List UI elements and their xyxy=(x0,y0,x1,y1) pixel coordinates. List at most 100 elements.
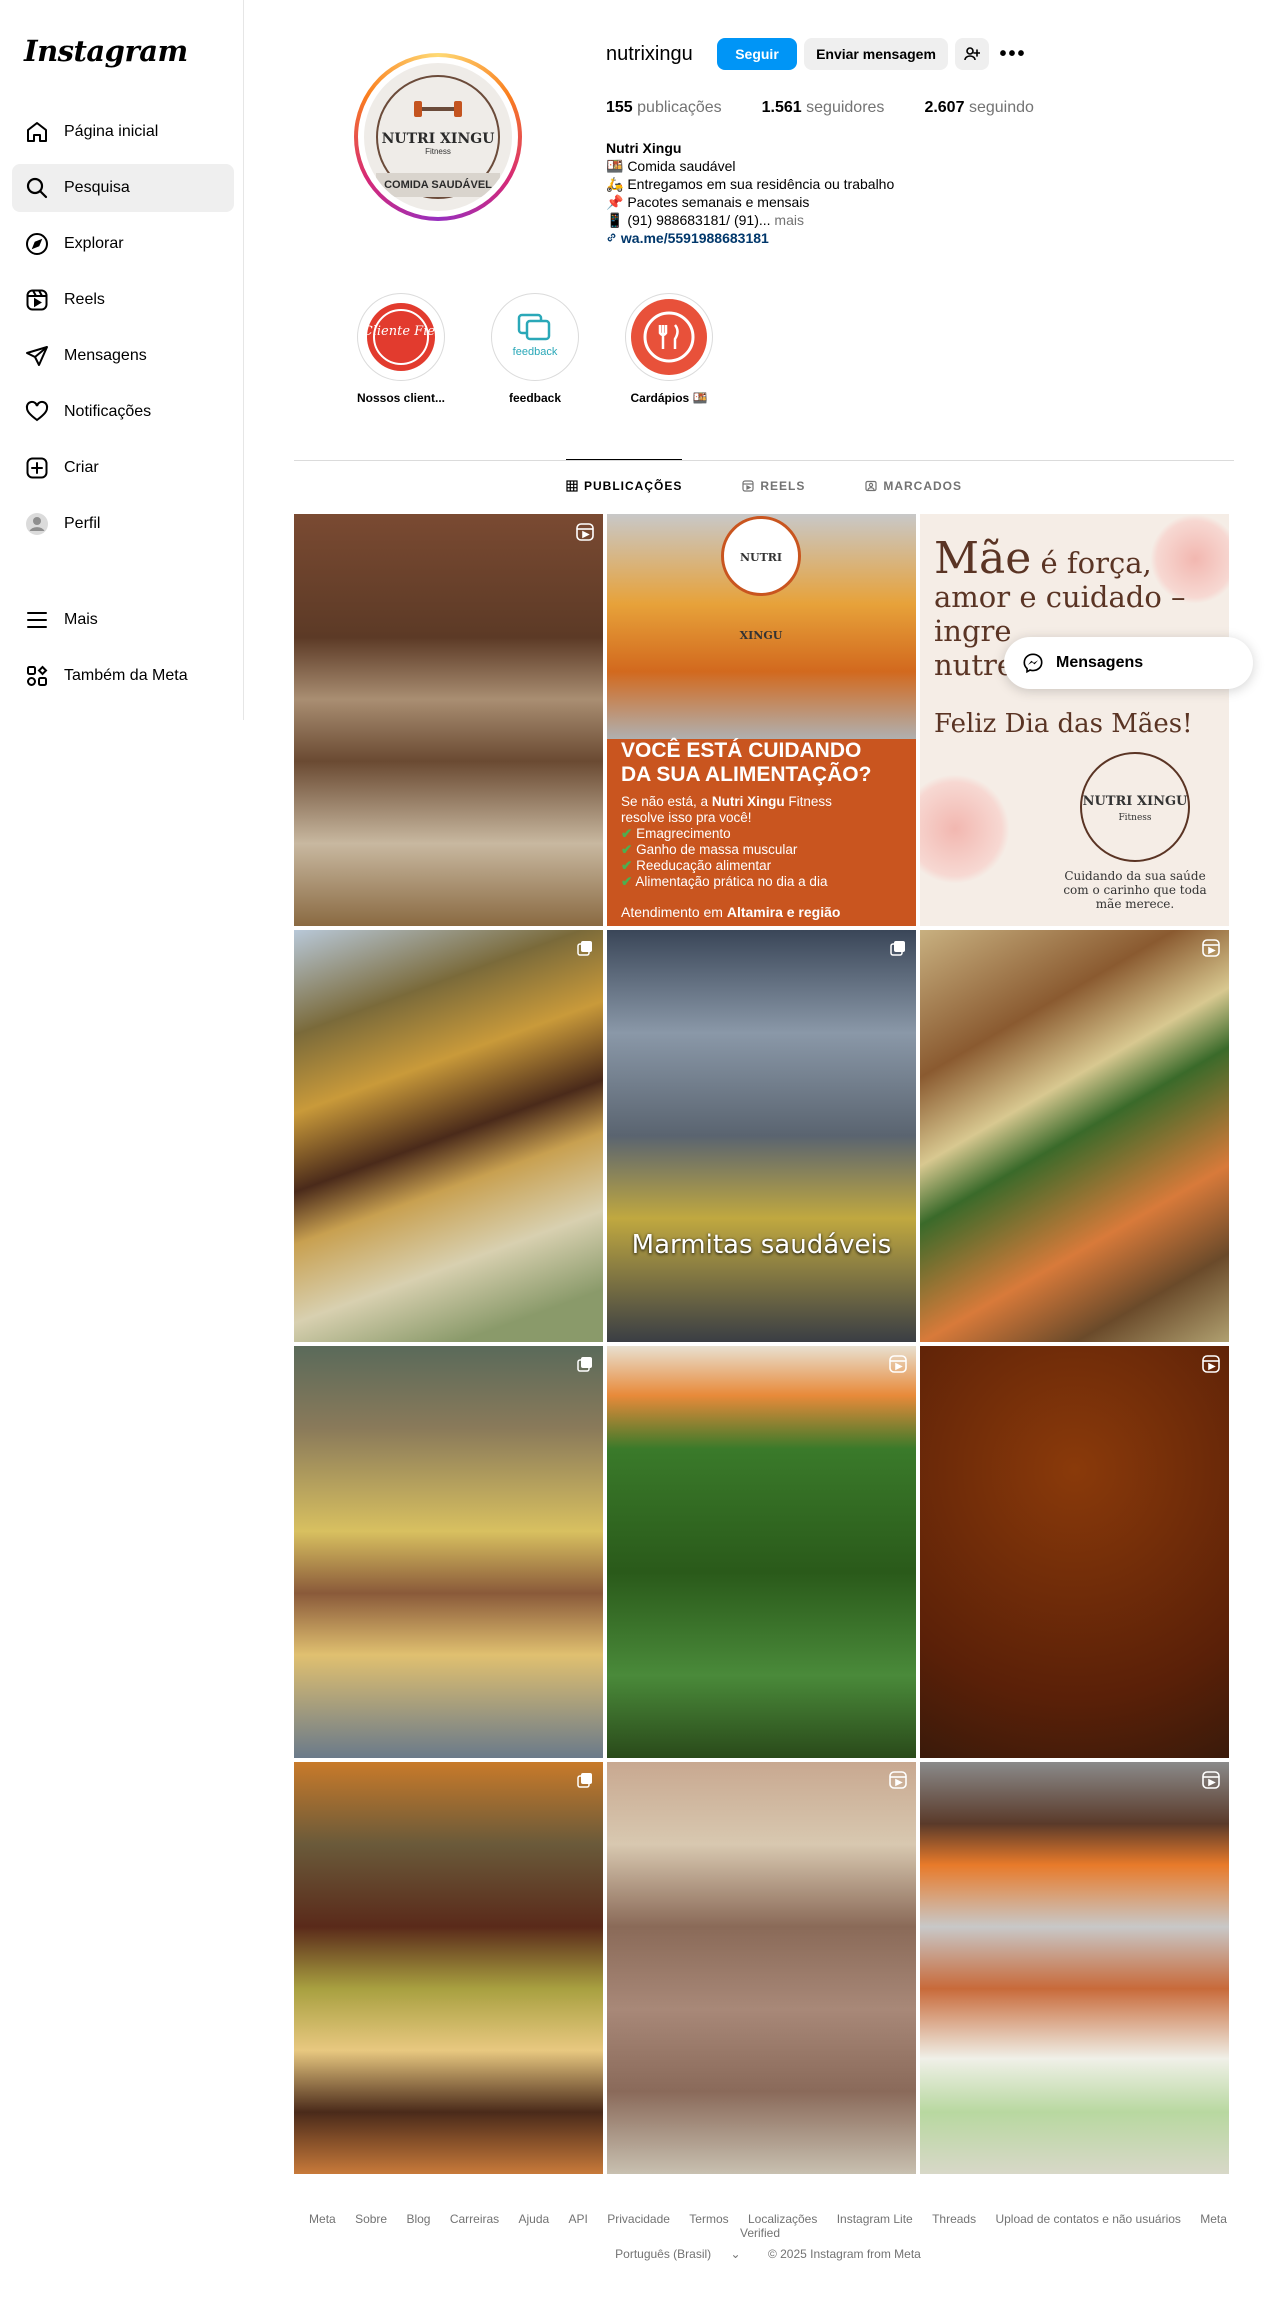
reel-badge-icon xyxy=(576,523,594,541)
post-headline-line: ingre xyxy=(934,614,1012,648)
post-thumbnail[interactable] xyxy=(294,1346,603,1758)
search-icon xyxy=(24,175,50,201)
cliente-fiel-badge-icon: Cliente Fiel xyxy=(363,303,439,371)
post-thumbnail[interactable] xyxy=(294,930,603,1342)
post-thumbnail[interactable] xyxy=(294,1762,603,2174)
tab-posts[interactable]: PUBLICAÇÕES xyxy=(565,459,683,512)
tab-label: PUBLICAÇÕES xyxy=(583,479,683,493)
post-thumbnail[interactable] xyxy=(920,1346,1229,1758)
fork-knife-plate-icon xyxy=(643,311,695,363)
post-thumbnail[interactable]: Marmitas saudáveis xyxy=(607,930,916,1342)
messages-pill[interactable]: Mensagens xyxy=(1004,637,1253,689)
sidebar-item-home[interactable]: Página inicial xyxy=(12,108,234,156)
tagged-icon xyxy=(865,480,877,492)
bio-link-row[interactable]: wa.me/5591988683181 xyxy=(606,229,894,247)
footer-link[interactable]: Termos xyxy=(689,2212,728,2226)
footer-link[interactable]: Ajuda xyxy=(519,2212,550,2226)
highlight-item[interactable]: feedback feedback xyxy=(470,293,600,405)
post-logo: NUTRI XINGU xyxy=(721,516,801,642)
story-ring[interactable]: NUTRI XINGU Fitness COMIDA SAUDÁVEL xyxy=(354,53,522,221)
reel-badge-icon xyxy=(889,1355,907,1373)
post-headline: VOCÊ ESTÁ CUIDANDO DA SUA ALIMENTAÇÃO? xyxy=(621,739,871,787)
highlight-ring xyxy=(625,293,713,381)
post-thumbnail[interactable] xyxy=(920,1762,1229,2174)
sidebar-item-notifications[interactable]: Notificações xyxy=(12,388,234,436)
followers-label: seguidores xyxy=(806,99,885,116)
post-thumbnail[interactable] xyxy=(294,514,603,926)
post-thumbnail[interactable] xyxy=(607,1346,916,1758)
post-thumbnail[interactable]: Mãe é força, amor e cuidado – ingre nutr… xyxy=(920,514,1229,926)
sidebar-item-profile[interactable]: Perfil xyxy=(12,500,234,548)
sidebar-item-more[interactable]: Mais xyxy=(12,596,234,644)
footer-link[interactable]: Threads xyxy=(932,2212,976,2226)
highlight-ring: Cliente Fiel xyxy=(357,293,445,381)
highlight-item[interactable]: Cardápios 🍱 xyxy=(604,293,734,405)
highlight-item[interactable]: Cliente Fiel Nossos client... xyxy=(336,293,466,405)
sidebar-nav: Página inicial Pesquisa Explorar Reels M… xyxy=(12,108,234,708)
footer-link[interactable]: Meta xyxy=(309,2212,336,2226)
profile-tabs: PUBLICAÇÕES REELS MARCADOS xyxy=(294,459,1234,512)
footer-link[interactable]: Blog xyxy=(406,2212,430,2226)
following-stat[interactable]: 2.607 seguindo xyxy=(924,99,1033,117)
highlight-cover xyxy=(631,299,707,375)
post-headline-line: é força, xyxy=(1031,546,1152,580)
sidebar-item-reels[interactable]: Reels xyxy=(12,276,234,324)
post-footer-a: Atendimento em xyxy=(621,904,727,920)
following-count: 2.607 xyxy=(924,99,965,116)
post-intro: Se não está, a xyxy=(621,794,712,809)
tab-tagged[interactable]: MARCADOS xyxy=(865,460,962,512)
footer-link[interactable]: API xyxy=(569,2212,588,2226)
posts-label: publicações xyxy=(637,99,722,116)
tab-reels[interactable]: REELS xyxy=(742,460,805,512)
post-thumbnail[interactable] xyxy=(920,930,1229,1342)
sidebar-item-label: Criar xyxy=(64,459,99,476)
footer-link[interactable]: Sobre xyxy=(355,2212,387,2226)
post-list-item: Reeducação alimentar xyxy=(636,858,772,873)
feedback-chat-icon: feedback xyxy=(513,313,558,358)
footer-link[interactable]: Carreiras xyxy=(450,2212,499,2226)
sidebar-item-also-from-meta[interactable]: Também da Meta xyxy=(12,652,234,700)
post-overlay-caption: Marmitas saudáveis xyxy=(631,1230,892,1260)
suggest-user-button[interactable] xyxy=(955,38,989,70)
reel-badge-icon xyxy=(1202,1771,1220,1789)
copyright: © 2025 Instagram from Meta xyxy=(767,2247,921,2261)
instagram-logo[interactable]: Instagram xyxy=(24,34,188,68)
footer-link[interactable]: Localizações xyxy=(748,2212,817,2226)
send-icon xyxy=(24,343,50,369)
post-thumbnail[interactable]: NUTRI XINGU VOCÊ ESTÁ CUIDANDO DA SUA ALI… xyxy=(607,514,916,926)
sidebar-item-create[interactable]: Criar xyxy=(12,444,234,492)
post-thumbnail[interactable] xyxy=(607,1762,916,2174)
followers-stat[interactable]: 1.561 seguidores xyxy=(762,99,885,117)
sidebar-item-messages[interactable]: Mensagens xyxy=(12,332,234,380)
post-footer-text: Atendimento em Altamira e região xyxy=(621,904,840,920)
dumbbell-icon xyxy=(414,101,462,117)
menu-icon xyxy=(24,607,50,633)
footer-bottom: Português (Brasil) ⌄ © 2025 Instagram fr… xyxy=(294,2247,1234,2261)
footer-link[interactable]: Upload de contatos e não usuários xyxy=(995,2212,1180,2226)
footer-link[interactable]: Instagram Lite xyxy=(837,2212,913,2226)
footer-link[interactable]: Privacidade xyxy=(607,2212,670,2226)
reel-badge-icon xyxy=(889,1771,907,1789)
profile-username: nutrixingu xyxy=(606,43,693,65)
send-message-button[interactable]: Enviar mensagem xyxy=(804,38,948,70)
language-select[interactable]: Português (Brasil) ⌄ xyxy=(607,2247,748,2261)
options-button[interactable]: ••• xyxy=(996,38,1030,70)
post-list-item: Alimentação prática no dia a dia xyxy=(635,874,828,889)
bio-link[interactable]: wa.me/5591988683181 xyxy=(621,230,769,246)
follow-button[interactable]: Seguir xyxy=(717,38,797,70)
avatar-ring-gap: NUTRI XINGU Fitness COMIDA SAUDÁVEL xyxy=(358,57,518,217)
post-greeting: Feliz Dia das Mães! xyxy=(934,709,1193,739)
heart-icon xyxy=(24,399,50,425)
reels-icon xyxy=(742,480,754,492)
sidebar-item-explore[interactable]: Explorar xyxy=(12,220,234,268)
highlight-cover: feedback xyxy=(497,299,573,375)
profile-stats: 155 publicações 1.561 seguidores 2.607 s… xyxy=(606,99,1074,117)
post-logo: NUTRI XINGU Fitness xyxy=(1080,752,1190,862)
post-footer-b: Altamira e região xyxy=(726,904,841,920)
bio-line: 🍱 Comida saudável xyxy=(606,158,736,174)
sidebar-item-search[interactable]: Pesquisa xyxy=(12,164,234,212)
profile-bio: Nutri Xingu 🍱 Comida saudável 🛵 Entregam… xyxy=(606,139,894,247)
bio-more-link[interactable]: mais xyxy=(774,212,804,228)
highlight-label: feedback xyxy=(508,391,562,405)
carousel-badge-icon xyxy=(577,1773,592,1788)
